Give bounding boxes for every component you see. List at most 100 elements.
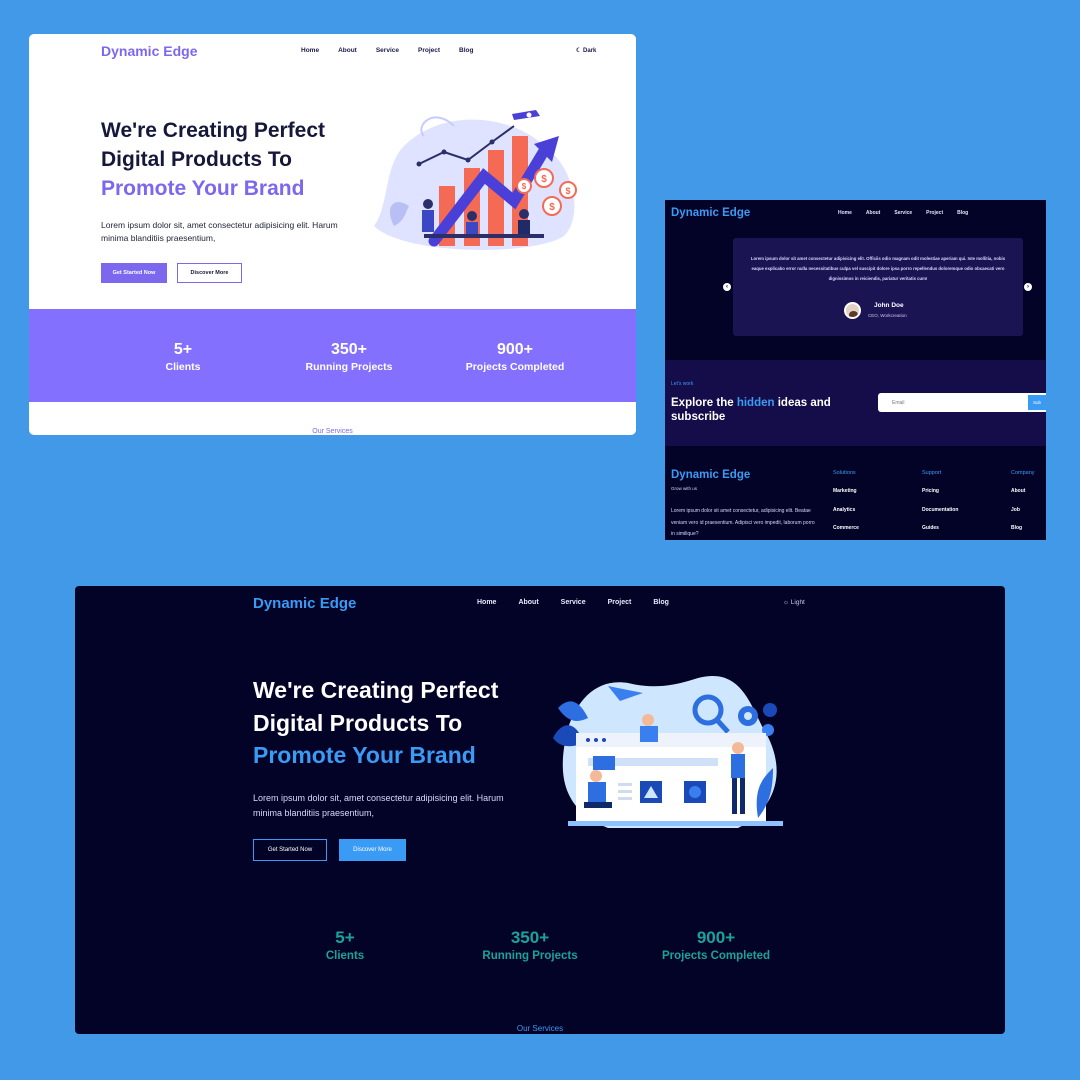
nav-home[interactable]: Home [477,599,496,606]
dark-footer-screenshot: Dynamic Edge Home About Service Project … [665,200,1046,540]
site-logo[interactable]: Dynamic Edge [671,207,750,219]
nav-service[interactable]: Service [894,210,912,216]
stat-clients: 5+ Clients [113,341,253,373]
hero-description: Lorem ipsum dolor sit, amet consectetur … [253,793,504,818]
stat-value: 900+ [496,341,534,358]
subscribe-heading: Explore the hidden ideas and subscribe [671,396,841,424]
nav-links: Home About Service Project Blog [838,210,982,216]
stat-label: Projects Completed [662,950,770,962]
sun-icon: ☼ [783,599,791,606]
nav-project[interactable]: Project [926,210,943,216]
nav-project[interactable]: Project [608,599,632,606]
footer-link-commerce[interactable]: Commerce [833,525,859,531]
hero-title: We're Creating Perfect Digital Products … [253,674,498,772]
stat-value: 350+ [330,341,368,358]
dark-theme-screenshot: Dynamic Edge Home About Service Project … [75,586,1005,1034]
svg-text:$: $ [565,186,570,196]
nav-home[interactable]: Home [838,210,852,216]
stat-label: Clients [325,950,365,962]
svg-text:$: $ [522,182,527,191]
footer-link-pricing[interactable]: Pricing [922,488,958,494]
stat-projects-completed: 900+ Projects Completed [636,928,796,962]
svg-text:$: $ [549,202,555,213]
hero-title-line1: We're Creating Perfect [101,119,326,142]
services-section-label: Our Services [312,428,353,435]
nav-about[interactable]: About [518,599,538,606]
nav-service[interactable]: Service [376,47,399,54]
stat-value: 5+ [173,341,193,358]
nav-home[interactable]: Home [301,47,319,54]
footer-link-guides[interactable]: Guides [922,525,958,531]
footer-column-title: Company [1011,470,1035,476]
stat-projects-completed: 900+ Projects Completed [445,341,585,373]
testimonial-quote: Lorem ipsum dolor sit amet consectetur a… [750,256,1006,281]
subscribe-kicker: Let's work [671,381,694,387]
site-logo[interactable]: Dynamic Edge [253,595,356,612]
stat-running-projects: 350+ Running Projects [450,928,610,962]
stat-value: 5+ [335,928,355,947]
growth-chart-illustration: $ $ $ $ [374,110,577,250]
stat-label: Running Projects [482,950,578,962]
stat-label: Projects Completed [465,361,565,373]
footer-link-about[interactable]: About [1011,488,1035,494]
footer-column-solutions: Solutions Marketing Analytics Commerce [833,470,859,540]
nav-links: Home About Service Project Blog [301,47,492,54]
hero-description: Lorem ipsum dolor sit, amet consectetur … [101,220,338,243]
footer-link-analytics[interactable]: Analytics [833,507,859,513]
discover-more-button[interactable]: Discover More [339,839,406,861]
subscribe-button[interactable]: Sub [1028,395,1046,410]
nav-blog[interactable]: Blog [459,47,473,54]
avatar [844,302,861,319]
navbar: Dynamic Edge Home About Service Project … [29,34,636,68]
footer-tagline: Grow with us [671,486,698,491]
nav-links: Home About Service Project Blog [477,599,691,606]
subscribe-heading-text: Explore the [671,397,737,409]
nav-service[interactable]: Service [561,599,586,606]
footer-column-title: Solutions [833,470,856,476]
theme-toggle[interactable]: ☾ Dark [576,47,596,54]
nav-project[interactable]: Project [418,47,440,54]
footer-column-support: Support Pricing Documentation Guides [922,470,958,540]
site-logo[interactable]: Dynamic Edge [101,43,197,59]
testimonial-card: Lorem ipsum dolor sit amet consectetur a… [733,238,1023,336]
subscribe-section: Let's work Explore the hidden ideas and … [665,360,1046,446]
footer-column-company: Company About Job Blog [1011,470,1035,540]
subscribe-heading-highlight: hidden [736,397,775,409]
services-section-label: Our Services [516,1024,564,1033]
footer-column-title: Support [922,470,942,476]
theme-toggle-label: Dark [583,48,597,54]
footer-link-blog[interactable]: Blog [1011,525,1035,531]
footer-logo[interactable]: Dynamic Edge [671,469,750,481]
nav-blog[interactable]: Blog [957,210,968,216]
stat-label: Running Projects [305,361,393,373]
nav-about[interactable]: About [338,47,357,54]
footer-link-documentation[interactable]: Documentation [922,507,958,513]
moon-icon: ☾ [576,48,584,54]
theme-toggle[interactable]: ☼ Light [783,599,805,606]
get-started-button[interactable]: Get Started Now [253,839,327,861]
hero-title-accent: Promote Your Brand [253,742,476,768]
hero-title-line1: We're Creating Perfect [253,677,499,703]
get-started-button[interactable]: Get Started Now [101,263,167,283]
light-theme-screenshot: Dynamic Edge Home About Service Project … [29,34,636,435]
theme-toggle-label: Light [790,599,805,606]
chevron-right-icon[interactable]: › [1024,283,1032,291]
footer-link-job[interactable]: Job [1011,507,1035,513]
footer-link-marketing[interactable]: Marketing [833,488,859,494]
footer-description: Lorem ipsum dolor sit amet consectetur, … [671,508,815,537]
chevron-left-icon[interactable]: ‹ [723,283,731,291]
stat-label: Clients [165,361,201,373]
stat-running-projects: 350+ Running Projects [279,341,419,373]
stat-value: 350+ [510,928,550,947]
stat-clients: 5+ Clients [265,928,425,962]
author-name: John Doe [874,302,904,309]
hero-title-line2: Digital Products To [101,148,292,171]
discover-more-button[interactable]: Discover More [177,263,242,283]
nav-about[interactable]: About [866,210,880,216]
email-field[interactable] [878,393,1046,412]
hero-title: We're Creating Perfect Digital Products … [101,116,325,203]
nav-blog[interactable]: Blog [653,599,669,606]
stat-value: 900+ [696,928,736,947]
author-role: CEO, Workcreation [868,313,907,318]
team-dashboard-illustration [553,676,783,828]
